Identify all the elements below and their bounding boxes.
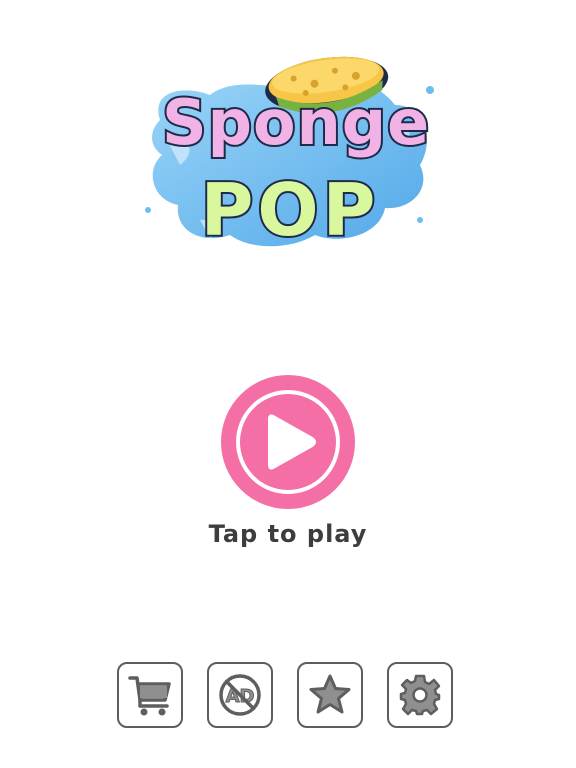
shop-button[interactable] [117,662,183,728]
play-button[interactable] [220,374,356,510]
bottom-toolbar: AD [117,662,459,730]
title-screen: Sponge POP Tap to play AD [0,0,576,768]
logo-title-line2: POP [199,168,380,252]
settings-button[interactable] [387,662,453,728]
remove-ads-button[interactable]: AD [207,662,273,728]
tap-to-play-label: Tap to play [208,520,368,548]
rate-button[interactable] [297,662,363,728]
star-icon [309,674,351,714]
logo-title-line1: Sponge [160,86,431,160]
play-icon [221,375,355,509]
shopping-cart-icon [128,676,171,716]
no-ads-icon: AD [219,674,261,716]
gear-icon [399,674,441,716]
game-logo: Sponge POP [140,50,440,265]
